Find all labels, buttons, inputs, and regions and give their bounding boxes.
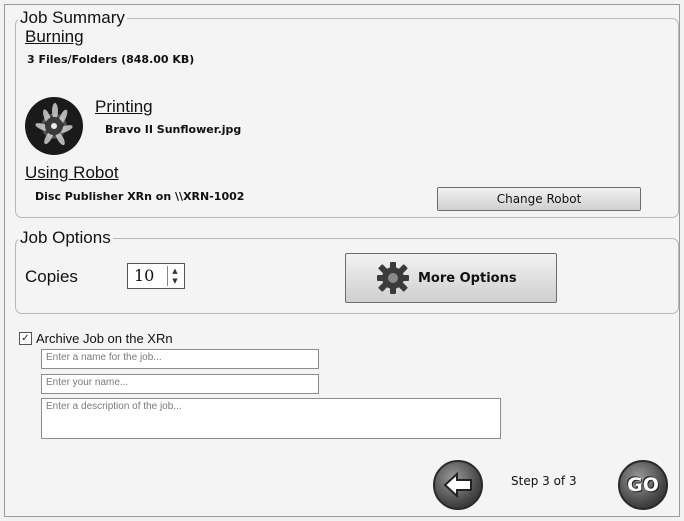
job-options-legend: Job Options bbox=[20, 228, 111, 247]
back-arrow-icon bbox=[443, 472, 472, 498]
back-button[interactable] bbox=[433, 460, 483, 510]
copies-label: Copies bbox=[25, 267, 78, 286]
step-indicator: Step 3 of 3 bbox=[511, 474, 577, 488]
job-name-field[interactable]: Enter a name for the job... bbox=[41, 349, 319, 369]
archive-job-label: Archive Job on the XRn bbox=[36, 331, 173, 346]
job-description-field[interactable]: Enter a description of the job... bbox=[41, 398, 501, 439]
printing-title: Printing bbox=[95, 97, 153, 116]
go-label: GO bbox=[627, 474, 659, 496]
printing-detail: Bravo II Sunflower.jpg bbox=[105, 123, 242, 136]
spin-down-icon[interactable]: ▼ bbox=[168, 276, 182, 286]
burning-title: Burning bbox=[25, 27, 84, 46]
copies-value[interactable]: 10 bbox=[134, 266, 154, 285]
sunflower-image bbox=[35, 103, 73, 146]
robot-detail: Disc Publisher XRn on \\XRN-1002 bbox=[35, 190, 245, 203]
change-robot-button[interactable]: Change Robot bbox=[437, 187, 641, 211]
spin-up-icon[interactable]: ▲ bbox=[168, 266, 182, 276]
archive-job-checkbox-row[interactable]: ✓ Archive Job on the XRn bbox=[19, 331, 173, 346]
disc-thumbnail bbox=[25, 97, 83, 155]
burning-detail: 3 Files/Folders (848.00 KB) bbox=[27, 53, 195, 66]
checkbox-icon[interactable]: ✓ bbox=[19, 332, 32, 345]
robot-title: Using Robot bbox=[25, 163, 119, 182]
wizard-window: Job Summary Burning 3 Files/Folders (848… bbox=[4, 4, 680, 517]
more-options-label: More Options bbox=[418, 270, 517, 286]
go-button[interactable]: GO bbox=[618, 460, 668, 510]
user-name-field[interactable]: Enter your name... bbox=[41, 374, 319, 394]
gear-icon bbox=[377, 262, 409, 294]
more-options-button[interactable]: More Options bbox=[345, 253, 557, 303]
copies-spinner[interactable]: 10 ▲ ▼ bbox=[127, 263, 185, 289]
copies-spinner-arrows: ▲ ▼ bbox=[167, 266, 182, 286]
job-summary-legend: Job Summary bbox=[20, 8, 125, 27]
